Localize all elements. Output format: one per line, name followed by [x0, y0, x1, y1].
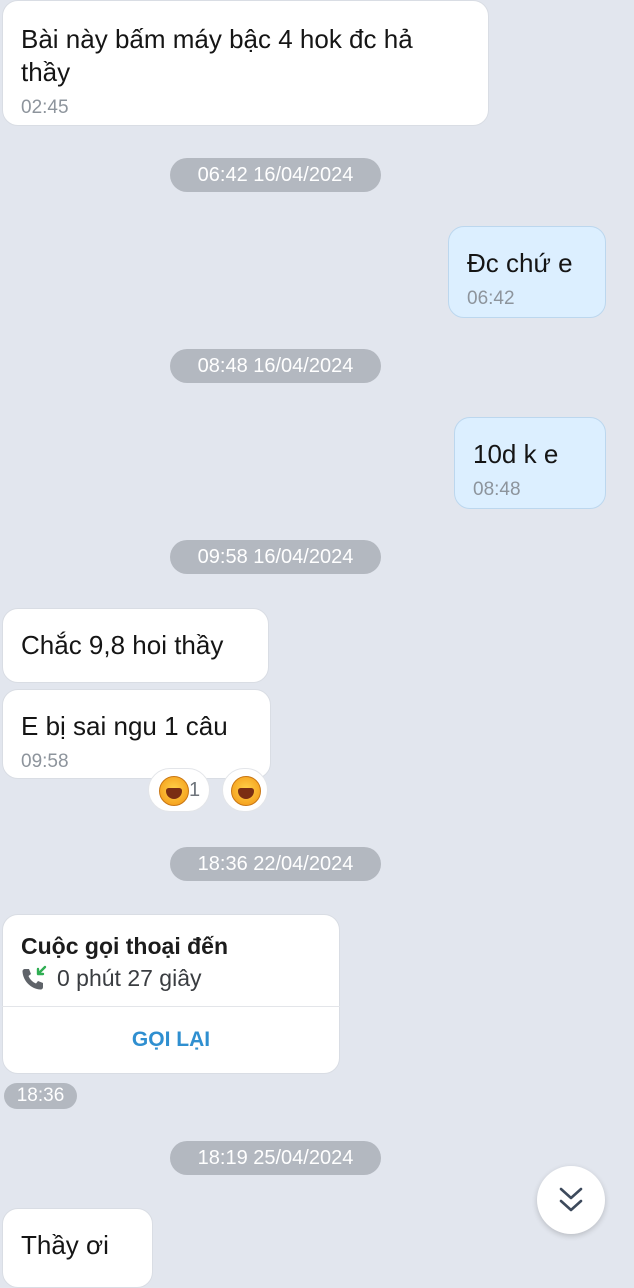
scroll-to-bottom-button[interactable] [537, 1166, 605, 1234]
message-text: Đc chứ e [467, 248, 573, 278]
call-card-divider [2, 1006, 340, 1007]
message-bubble-incoming[interactable]: E bị sai ngu 1 câu 09:58 [2, 689, 271, 779]
date-separator: 18:19 25/04/2024 [170, 1141, 381, 1175]
message-bubble-incoming[interactable]: Chắc 9,8 hoi thầy [2, 608, 269, 683]
message-text: thầy [21, 57, 71, 87]
call-back-button[interactable]: GỌI LẠI [2, 1008, 340, 1072]
message-bubble-incoming[interactable]: Bài này bấm máy bậc 4 hok đc hả thầy 02:… [2, 0, 489, 126]
reaction-count-chip[interactable]: 1 [148, 768, 210, 812]
message-time: 09:58 [21, 751, 69, 772]
date-separator: 09:58 16/04/2024 [170, 540, 381, 574]
message-text: E bị sai ngu 1 câu [21, 711, 228, 741]
message-text: Bài này bấm máy bậc 4 hok đc hả [21, 24, 413, 54]
laughing-face-emoji-icon [159, 776, 189, 806]
call-duration: 0 phút 27 giây [57, 965, 202, 991]
add-reaction-button[interactable] [222, 768, 268, 812]
date-separator: 08:48 16/04/2024 [170, 349, 381, 383]
message-text: 10d k e [473, 439, 559, 469]
message-time: 02:45 [21, 97, 69, 118]
laughing-face-emoji-icon [231, 776, 261, 806]
message-text: Thầy ơi [21, 1230, 109, 1260]
message-text: Chắc 9,8 hoi thầy [21, 630, 224, 660]
date-separator: 18:36 22/04/2024 [170, 847, 381, 881]
message-time: 08:48 [473, 479, 521, 500]
call-title: Cuộc gọi thoại đến [21, 933, 228, 959]
message-bubble-incoming[interactable]: Thầy ơi [2, 1208, 153, 1288]
incoming-phone-icon [19, 965, 47, 993]
double-chevron-down-icon [557, 1184, 585, 1216]
message-bubble-outgoing[interactable]: Đc chứ e 06:42 [448, 226, 606, 318]
message-bubble-outgoing[interactable]: 10d k e 08:48 [454, 417, 606, 509]
message-time: 06:42 [467, 288, 515, 309]
date-separator: 06:42 16/04/2024 [170, 158, 381, 192]
call-time-badge: 18:36 [4, 1083, 77, 1109]
reaction-count: 1 [189, 779, 201, 801]
